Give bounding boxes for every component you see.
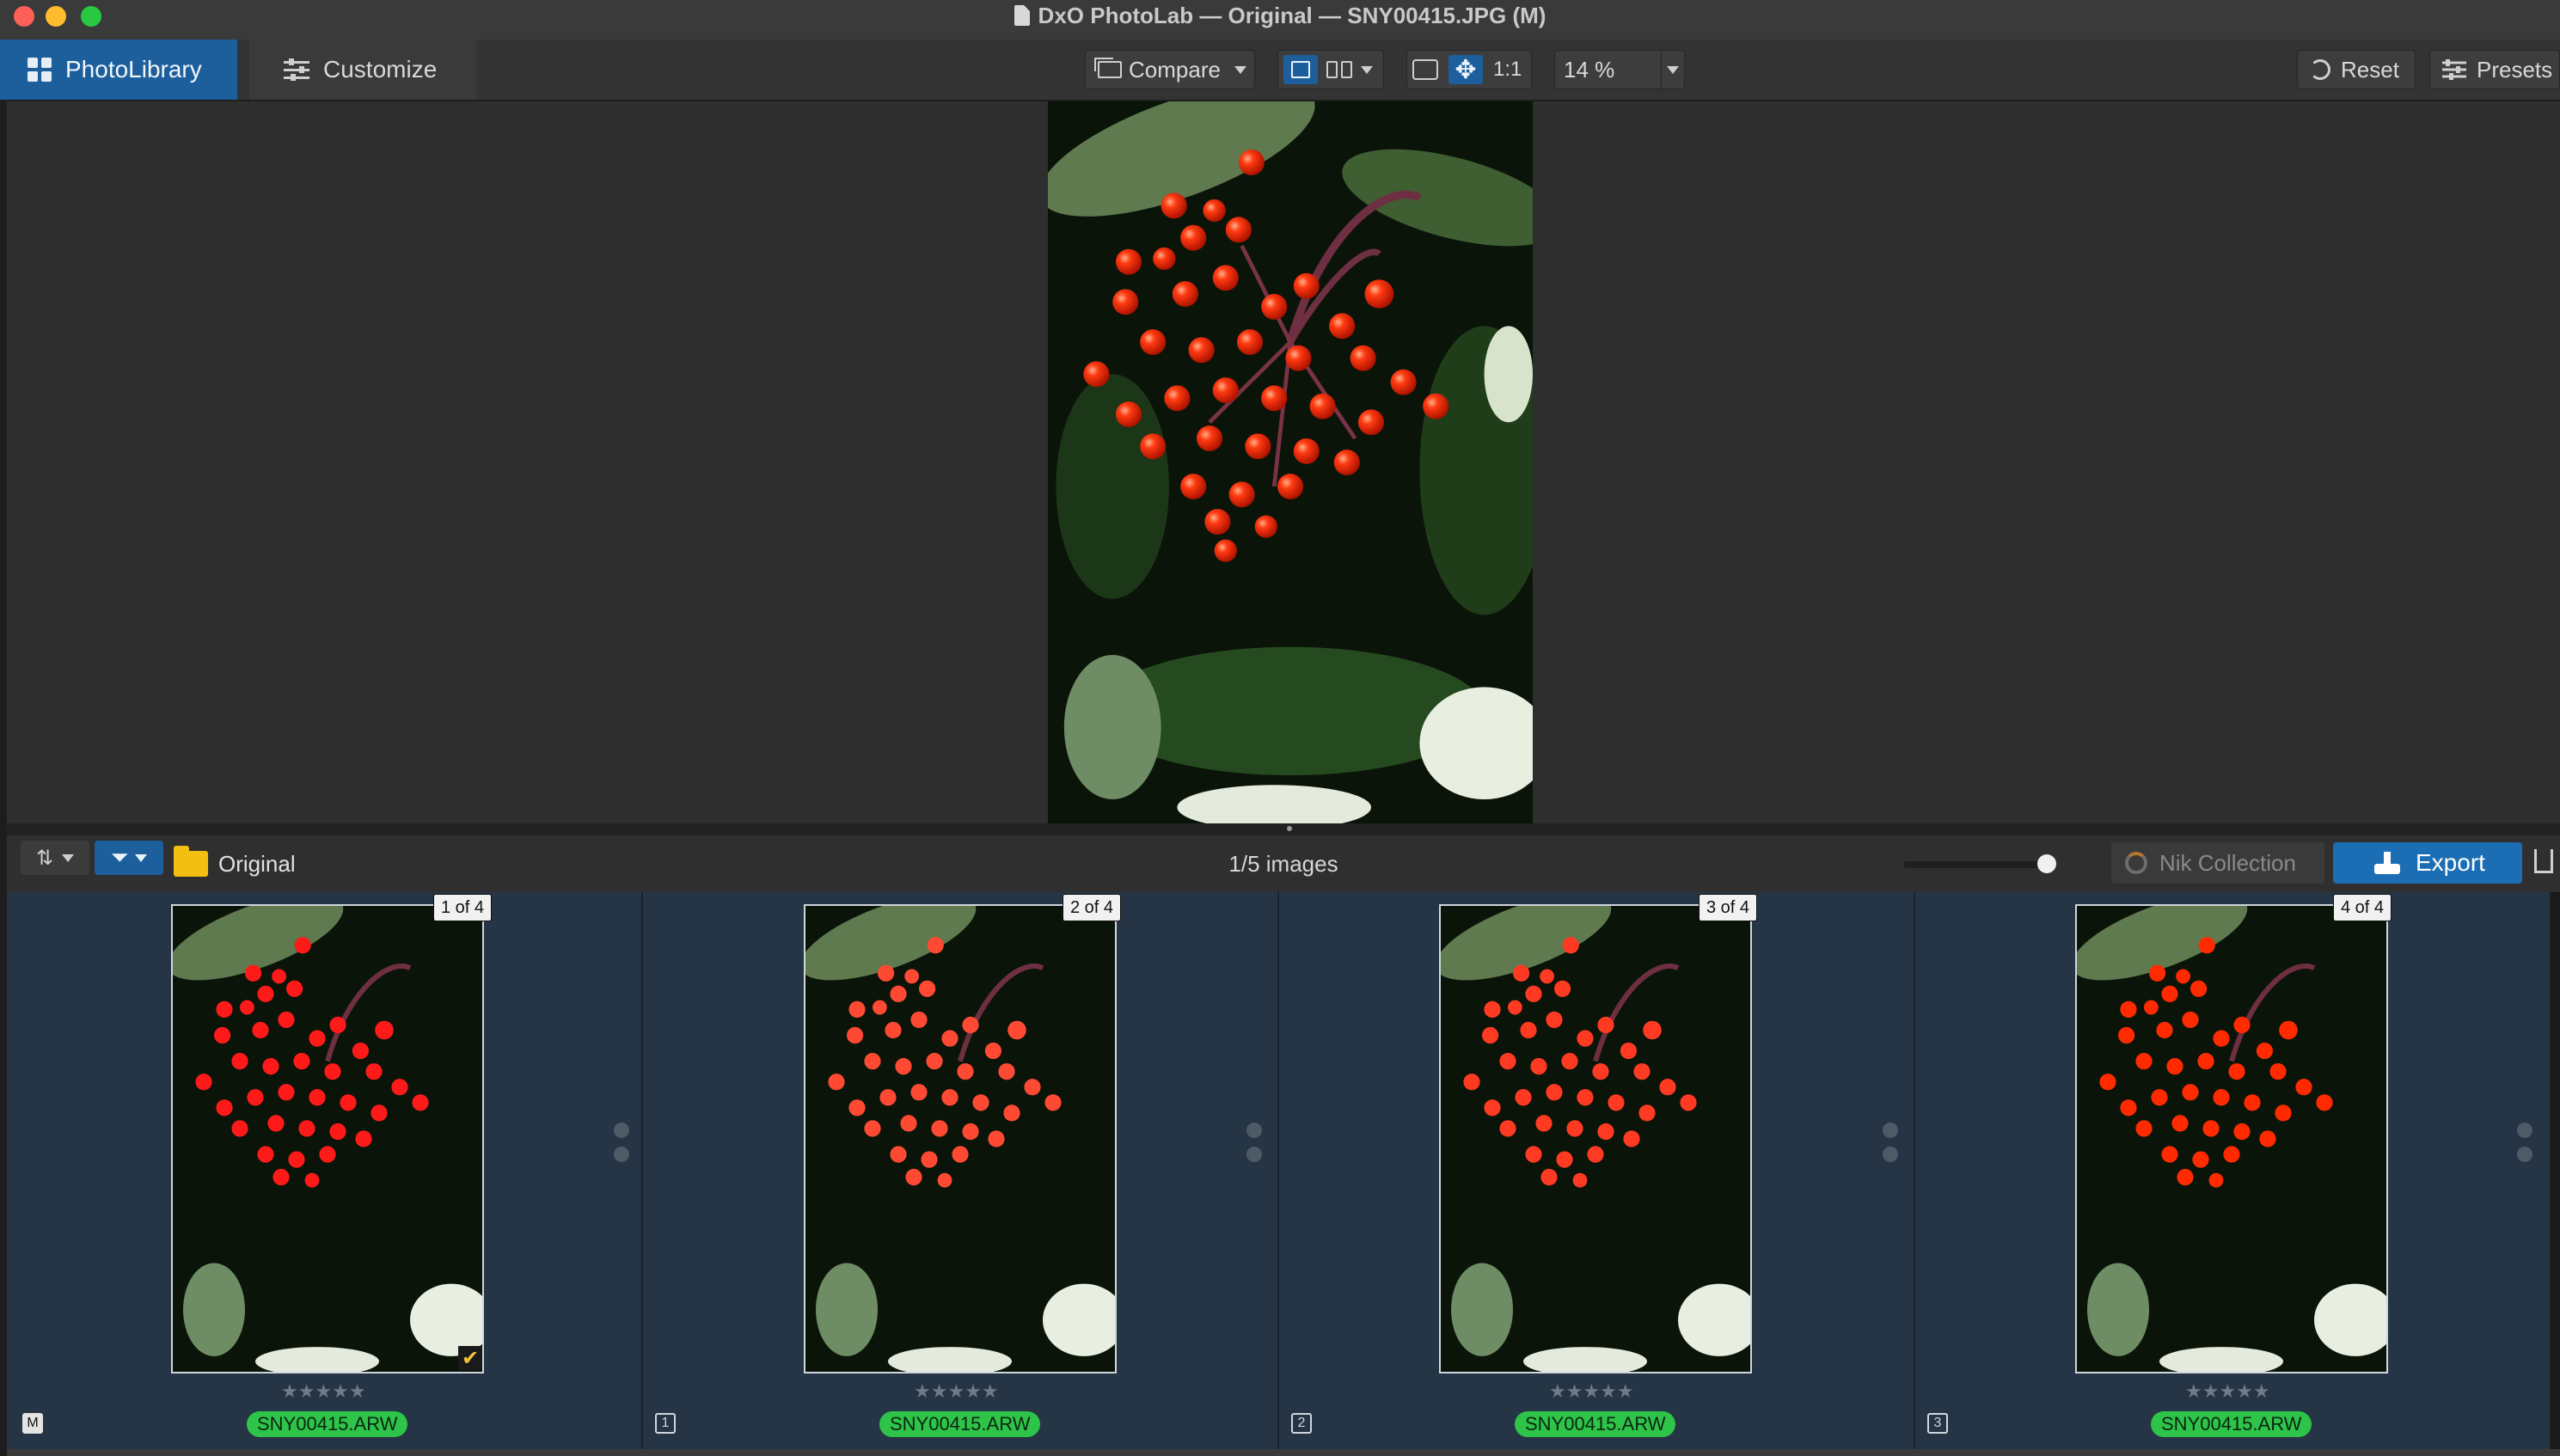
export-label: Export [2416, 849, 2485, 876]
star-rating[interactable]: ★★★★★ [2185, 1380, 2270, 1404]
export-button[interactable]: Export [2333, 842, 2522, 884]
presets-icon [2442, 59, 2466, 80]
virtual-copy-badge: M [22, 1413, 43, 1434]
zoom-level-field[interactable]: 14 % [1554, 50, 1685, 89]
compare-label: Compare [1129, 56, 1221, 83]
thumbnail-image[interactable] [804, 904, 1117, 1373]
virtual-copy-badge: 2 [1291, 1413, 1312, 1434]
star-rating[interactable]: ★★★★★ [914, 1380, 999, 1404]
star-rating[interactable]: ★★★★★ [281, 1380, 366, 1404]
virtual-copy-badge: 3 [1927, 1413, 1948, 1434]
chevron-down-icon [1667, 65, 1679, 74]
tab-photolibrary-label: PhotoLibrary [65, 56, 202, 83]
berries-photo-image [1048, 101, 1533, 823]
export-icon [2374, 852, 2400, 874]
main-toolbar: PhotoLibrary Customize Compare ✥ 1:1 14 … [0, 40, 2560, 101]
one-to-one-button[interactable]: 1:1 [1493, 58, 1522, 82]
filename-badge: SNY00415.ARW [1515, 1411, 1676, 1437]
reset-label: Reset [2341, 56, 2399, 83]
nik-collection-label: Nik Collection [2159, 849, 2296, 876]
left-edge [0, 101, 7, 1456]
thumbnail-menu-dot[interactable] [1883, 1147, 1898, 1162]
chevron-down-icon[interactable] [1361, 65, 1373, 74]
nik-icon [2125, 852, 2147, 874]
thumbnail-image[interactable] [1439, 904, 1752, 1373]
virtual-copy-badge: 1 [655, 1413, 676, 1434]
filename-badge: SNY00415.ARW [879, 1411, 1041, 1437]
chevron-down-icon[interactable] [1234, 65, 1246, 74]
nik-collection-button[interactable]: Nik Collection [2111, 842, 2324, 884]
thumbnail-cell[interactable]: 1 of 4 ✔ ★★★★★ SNY00415.ARW M [7, 892, 641, 1449]
thumbnail-image[interactable] [171, 904, 484, 1373]
thumbnail-cell[interactable]: 3 of 4 ★★★★★ SNY00415.ARW 2 [1279, 892, 1914, 1449]
thumbnail-menu-dot[interactable] [2517, 1147, 2532, 1162]
divider-grip[interactable] [1287, 826, 1292, 831]
thumbnail-cell[interactable]: 2 of 4 ★★★★★ SNY00415.ARW 1 [643, 892, 1277, 1449]
tab-customize-label: Customize [323, 56, 438, 83]
share-icon[interactable] [2534, 849, 2553, 873]
thumbnail-photo-1 [173, 906, 482, 1372]
single-view-icon [1291, 61, 1310, 78]
reset-button[interactable]: Reset [2297, 50, 2416, 89]
presets-button[interactable]: Presets [2429, 50, 2560, 89]
thumbnail-image[interactable] [2075, 904, 2388, 1373]
thumbnail-size-slider[interactable] [1903, 861, 2049, 868]
checkmark-icon[interactable]: ✔ [458, 1346, 482, 1370]
panel-divider[interactable] [7, 823, 2560, 835]
filename-badge: SNY00415.ARW [247, 1411, 408, 1437]
main-photo[interactable] [1048, 101, 1533, 823]
zoom-tools-group: ✥ 1:1 [1406, 50, 1532, 89]
split-view-icon[interactable] [1326, 61, 1352, 78]
zoom-level-value: 14 % [1564, 56, 1615, 83]
compare-icon [1094, 58, 1122, 78]
star-rating[interactable]: ★★★★★ [1549, 1380, 1634, 1404]
thumbnail-index: 3 of 4 [1699, 894, 1758, 921]
thumbnail-index: 1 of 4 [433, 894, 493, 921]
thumbnail-photo-3 [1441, 906, 1750, 1372]
move-icon[interactable]: ✥ [1448, 55, 1483, 84]
window-title: DxO PhotoLab — Original — SNY00415.JPG (… [1038, 2, 1546, 28]
zoom-dropdown[interactable] [1661, 51, 1684, 89]
title-bar: DxO PhotoLab — Original — SNY00415.JPG (… [0, 0, 2560, 40]
tab-customize[interactable]: Customize [249, 40, 476, 100]
thumbnail-cell[interactable]: 4 of 4 ★★★★★ SNY00415.ARW 3 [1915, 892, 2550, 1449]
thumbnail-index: 2 of 4 [1063, 894, 1122, 921]
thumbnail-menu-dot[interactable] [614, 1123, 629, 1138]
slider-handle[interactable] [2037, 854, 2056, 873]
window-title-wrap: DxO PhotoLab — Original — SNY00415.JPG (… [0, 0, 2560, 31]
thumbnail-menu-dot[interactable] [614, 1147, 629, 1162]
thumbnail-menu-dot[interactable] [1246, 1147, 1262, 1162]
filename-badge: SNY00415.ARW [2151, 1411, 2312, 1437]
filmstrip-scrollbar[interactable] [2551, 892, 2560, 1449]
document-icon [1014, 5, 1030, 26]
thumbnail-photo-4 [2077, 906, 2386, 1372]
customize-sliders-icon [284, 58, 309, 81]
bottom-strip [7, 1449, 2560, 1456]
thumbnail-menu-dot[interactable] [1246, 1123, 1262, 1138]
thumbnail-photo-2 [805, 906, 1115, 1372]
thumbnail-menu-dot[interactable] [2517, 1123, 2532, 1138]
thumbnail-menu-dot[interactable] [1883, 1123, 1898, 1138]
fit-icon[interactable] [1412, 59, 1438, 80]
compare-button[interactable]: Compare [1085, 50, 1255, 89]
image-browser-bar: ⇅ ⏷ Original 1/5 images Nik Collection E… [7, 835, 2560, 893]
reset-icon [2310, 59, 2330, 80]
tab-photolibrary[interactable]: PhotoLibrary [0, 40, 237, 100]
view-mode-group [1277, 50, 1384, 89]
single-view-button[interactable] [1283, 55, 1318, 84]
presets-label: Presets [2477, 56, 2553, 83]
photolibrary-grid-icon [28, 58, 52, 82]
thumbnail-index: 4 of 4 [2333, 894, 2392, 921]
